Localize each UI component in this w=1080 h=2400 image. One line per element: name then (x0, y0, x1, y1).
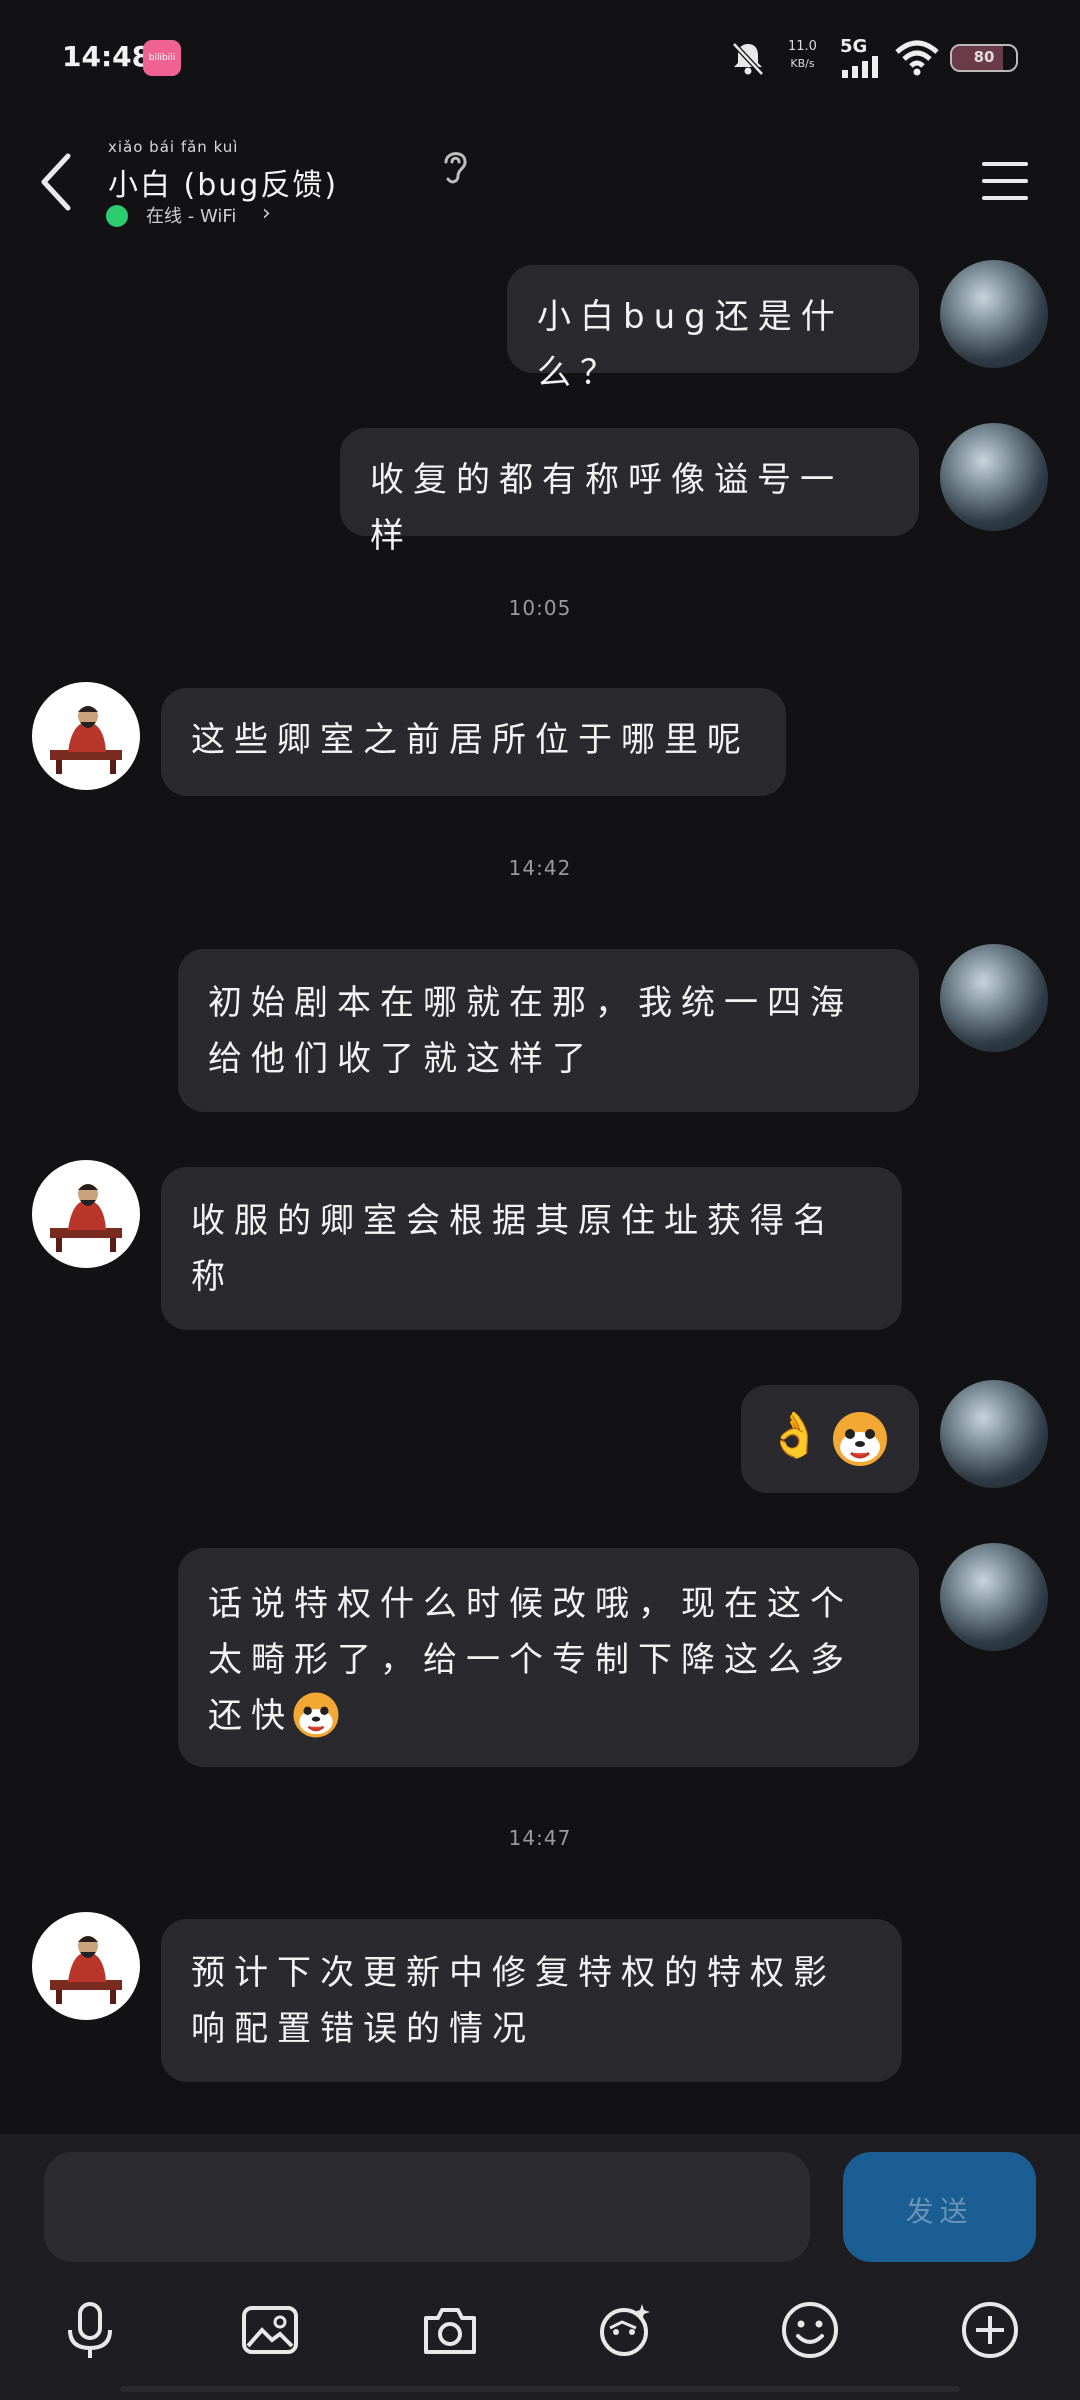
message-bubble-other[interactable]: 收服的卿室会根据其原住址获得名 称 (161, 1167, 902, 1330)
timestamp: 10:05 (508, 596, 572, 620)
chat-title-area[interactable]: xiǎo bái fǎn kuì 小白 (bug反馈) (108, 138, 338, 204)
message-bubble-self[interactable]: 收复的都有称呼像谥号一样 (340, 428, 919, 556)
self-avatar[interactable] (940, 423, 1048, 531)
emoji-icon[interactable] (780, 2300, 840, 2360)
message-text: 小白bug还是什么？ (537, 297, 844, 393)
contact-avatar-figure (50, 1936, 122, 2004)
status-bar: 14:48 bilibili 11.0 KB/s 5G 80 (0, 0, 1080, 120)
back-arrow-icon[interactable] (36, 150, 76, 214)
online-status-dot (106, 205, 128, 227)
message-bubble-self[interactable]: 小白bug还是什么？ (507, 265, 919, 393)
self-avatar[interactable] (940, 1380, 1048, 1488)
message-bubble-self[interactable]: 👌 (741, 1385, 919, 1493)
message-text: 这些卿室之前居所位于哪里呢 (191, 720, 750, 760)
signal-icon (842, 56, 878, 78)
timestamp: 14:42 (508, 856, 572, 880)
net-speed-unit: KB/s (790, 57, 815, 70)
plus-icon[interactable] (960, 2300, 1020, 2360)
send-button[interactable]: 发送 (843, 2152, 1036, 2262)
status-time: 14:48 (62, 40, 152, 73)
dog-sticker-icon (293, 1692, 339, 1738)
home-indicator (120, 2386, 960, 2392)
contact-avatar[interactable] (32, 682, 140, 790)
battery-level: 80 (973, 48, 995, 66)
bilibili-app-icon: bilibili (143, 40, 181, 76)
wifi-icon (895, 40, 939, 76)
self-avatar[interactable] (940, 260, 1048, 368)
contact-avatar[interactable] (32, 1912, 140, 2020)
message-text: 收复的都有称呼像谥号一样 (370, 460, 843, 556)
network-type: 5G (840, 36, 868, 57)
sticker-icon[interactable] (596, 2300, 656, 2360)
message-bubble-self[interactable]: 初始剧本在哪就在那，我统一四海 给他们收了就这样了 (178, 949, 919, 1112)
self-avatar[interactable] (940, 944, 1048, 1052)
ear-icon[interactable] (438, 146, 472, 186)
net-speed: 11.0 KB/s (788, 38, 817, 72)
contact-avatar-figure (50, 1184, 122, 1252)
mute-bell-icon (732, 42, 764, 76)
message-text: 初始剧本在哪就在那，我统一四海 给他们收了就这样了 (208, 983, 853, 1079)
message-text: 收服的卿室会根据其原住址获得名 称 (191, 1201, 836, 1297)
online-status-text[interactable]: 在线 - WiFi (146, 202, 236, 228)
message-bubble-self[interactable]: 话说特权什么时候改哦，现在这个 太畸形了，给一个专制下降这么多 还快 (178, 1548, 919, 1767)
timestamp: 14:47 (508, 1826, 572, 1850)
message-bubble-other[interactable]: 这些卿室之前居所位于哪里呢 (161, 688, 786, 796)
contact-avatar-figure (50, 706, 122, 774)
message-bubble-other[interactable]: 预计下次更新中修复特权的特权影 响配置错误的情况 (161, 1919, 902, 2082)
chevron-right-icon[interactable]: › (262, 201, 271, 226)
contact-avatar[interactable] (32, 1160, 140, 1268)
net-speed-value: 11.0 (788, 39, 817, 54)
menu-icon[interactable] (980, 160, 1030, 202)
message-input[interactable] (44, 2152, 810, 2262)
dog-sticker-icon (833, 1412, 887, 1466)
chat-title-pinyin: xiǎo bái fǎn kuì (108, 138, 239, 156)
self-avatar[interactable] (940, 1543, 1048, 1651)
chat-title: 小白 (bug反馈) (108, 168, 339, 203)
image-icon[interactable] (240, 2300, 300, 2360)
microphone-icon[interactable] (60, 2300, 120, 2360)
ok-hand-emoji: 👌 (767, 1410, 822, 1461)
battery-icon: 80 (950, 44, 1018, 72)
camera-icon[interactable] (420, 2300, 480, 2360)
message-text: 预计下次更新中修复特权的特权影 响配置错误的情况 (191, 1953, 836, 2049)
